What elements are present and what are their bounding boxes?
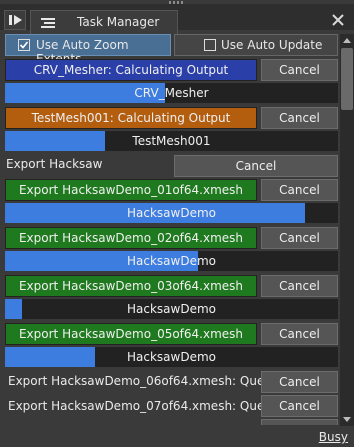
auto-zoom-checkbox[interactable] [18,39,30,51]
progress-bar: HacksawDemo [5,251,338,271]
task-header: CRV_Mesher: Calculating Output [5,59,257,81]
cancel-button[interactable]: Cancel [261,227,338,249]
cancel-button[interactable]: Cancel [261,395,338,417]
auto-update-checkbox[interactable] [204,39,216,51]
progress-bar: CRV_Mesher [5,83,338,103]
progress-label: TestMesh001 [132,134,211,148]
panel-menu-button[interactable] [4,10,26,30]
scrollbar-thumb[interactable] [341,48,353,110]
scroll-down-arrow-icon[interactable] [340,414,354,426]
task-header: Export HacksawDemo_05of64.xmesh [5,323,257,345]
cancel-button-partial[interactable] [261,419,338,425]
play-bar-icon [9,15,22,25]
list-icon [41,18,55,28]
close-icon[interactable] [329,11,347,29]
tab-task-manager[interactable]: Task Manager [30,10,178,34]
group-cancel-button[interactable]: Cancel [174,155,338,177]
auto-update-label: Use Auto Update [221,38,323,52]
progress-label: CRV_Mesher [134,86,209,100]
queued-task-label: Export HacksawDemo_06of64.xmesh: Queued [8,374,287,388]
task-header: Export HacksawDemo_03of64.xmesh [5,275,257,297]
cancel-button[interactable]: Cancel [261,107,338,129]
progress-bar: TestMesh001 [5,131,338,151]
group-label: Export Hacksaw [6,157,103,171]
tab-title: Task Manager [77,15,160,29]
progress-bar: HacksawDemo [5,299,338,319]
cancel-button[interactable]: Cancel [261,179,338,201]
status-link[interactable]: Busy [319,430,348,444]
task-header: Export HacksawDemo_02of64.xmesh [5,227,257,249]
tab-bar: Task Manager [0,4,354,34]
cancel-button[interactable]: Cancel [261,371,338,393]
auto-update-toggle[interactable]: Use Auto Update [174,34,338,56]
progress-bar: HacksawDemo [5,347,338,367]
progress-label: HacksawDemo [127,302,216,316]
cancel-button[interactable]: Cancel [261,275,338,297]
progress-bar: HacksawDemo [5,203,338,223]
auto-zoom-toggle[interactable]: Use Auto Zoom Extents [5,34,171,66]
task-header: TestMesh001: Calculating Output [5,107,257,129]
cancel-button[interactable]: Cancel [261,59,338,81]
progress-label: HacksawDemo [127,254,216,268]
progress-label: HacksawDemo [127,206,216,220]
progress-label: HacksawDemo [127,350,216,364]
scroll-up-arrow-icon[interactable] [340,34,354,46]
task-header: Export HacksawDemo_01of64.xmesh [5,179,257,201]
queued-task-label: Export HacksawDemo_07of64.xmesh: Queued [8,399,287,413]
cancel-button[interactable]: Cancel [261,323,338,345]
checkmark-icon [19,41,29,49]
